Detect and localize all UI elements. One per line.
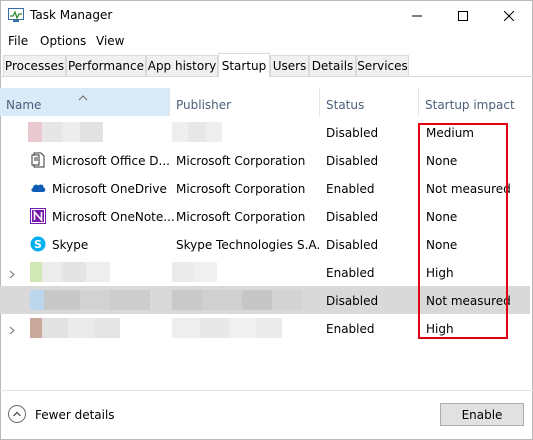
tab-details[interactable]: Details [309, 55, 356, 76]
row-publisher: Skype Technologies S.A. [176, 238, 321, 252]
row-name: Microsoft OneNote... [52, 210, 175, 224]
tab-processes[interactable]: Processes [3, 55, 66, 76]
blurred-publisher [172, 290, 302, 310]
menu-options[interactable]: Options [40, 34, 86, 48]
row-status: Disabled [326, 210, 379, 224]
svg-text:S: S [34, 238, 42, 251]
row-publisher: Microsoft Corporation [176, 154, 306, 168]
tab-performance[interactable]: Performance [66, 55, 146, 76]
close-button[interactable] [486, 0, 532, 31]
skype-icon: S [30, 236, 46, 255]
tab-users[interactable]: Users [270, 55, 309, 76]
footer-divider [0, 390, 533, 391]
onenote-icon [30, 208, 46, 227]
column-header-publisher[interactable]: Publisher [170, 88, 318, 116]
menu-view[interactable]: View [96, 34, 124, 48]
office-document-icon [31, 152, 45, 171]
row-status: Enabled [326, 322, 375, 336]
chevron-up-icon [13, 411, 21, 417]
row-status: Disabled [326, 238, 379, 252]
column-header-startup-impact[interactable]: Startup impact [419, 88, 519, 116]
maximize-icon [458, 10, 468, 21]
row-status: Enabled [326, 266, 375, 280]
row-name: Microsoft OneDrive [52, 182, 167, 196]
enable-button[interactable]: Enable [440, 403, 524, 426]
blurred-publisher [172, 122, 222, 142]
minimize-icon [412, 15, 422, 16]
row-status: Disabled [326, 294, 379, 308]
menu-file[interactable]: File [8, 34, 28, 48]
window-title: Task Manager [30, 8, 113, 22]
blurred-name [30, 262, 110, 282]
expand-chevron-icon[interactable] [9, 268, 15, 282]
row-status: Enabled [326, 182, 375, 196]
row-publisher: Microsoft Corporation [176, 210, 306, 224]
row-name: Microsoft Office D... [52, 154, 170, 168]
tab-services[interactable]: Services [356, 55, 409, 76]
tab-startup[interactable]: Startup [218, 53, 270, 77]
highlight-box [418, 123, 508, 339]
blurred-name [30, 290, 150, 310]
tab-app-history[interactable]: App history [146, 55, 218, 76]
fewer-details-link[interactable]: Fewer details [35, 408, 115, 422]
close-icon [504, 10, 514, 21]
row-status: Disabled [326, 154, 379, 168]
fewer-details-button[interactable] [8, 405, 26, 423]
row-name: Skype [52, 238, 89, 252]
column-header-status[interactable]: Status [320, 88, 418, 116]
blurred-publisher [172, 262, 217, 282]
sort-ascending-icon [78, 90, 88, 104]
maximize-button[interactable] [440, 0, 486, 31]
blurred-name [30, 318, 120, 338]
onedrive-cloud-icon [30, 182, 46, 196]
row-status: Disabled [326, 126, 379, 140]
minimize-button[interactable] [394, 0, 440, 31]
title-bar[interactable]: Task Manager [0, 0, 533, 31]
blurred-name [28, 122, 103, 142]
expand-chevron-icon[interactable] [9, 324, 15, 338]
task-manager-icon [8, 8, 24, 22]
row-publisher: Microsoft Corporation [176, 182, 306, 196]
blurred-publisher [172, 318, 282, 338]
